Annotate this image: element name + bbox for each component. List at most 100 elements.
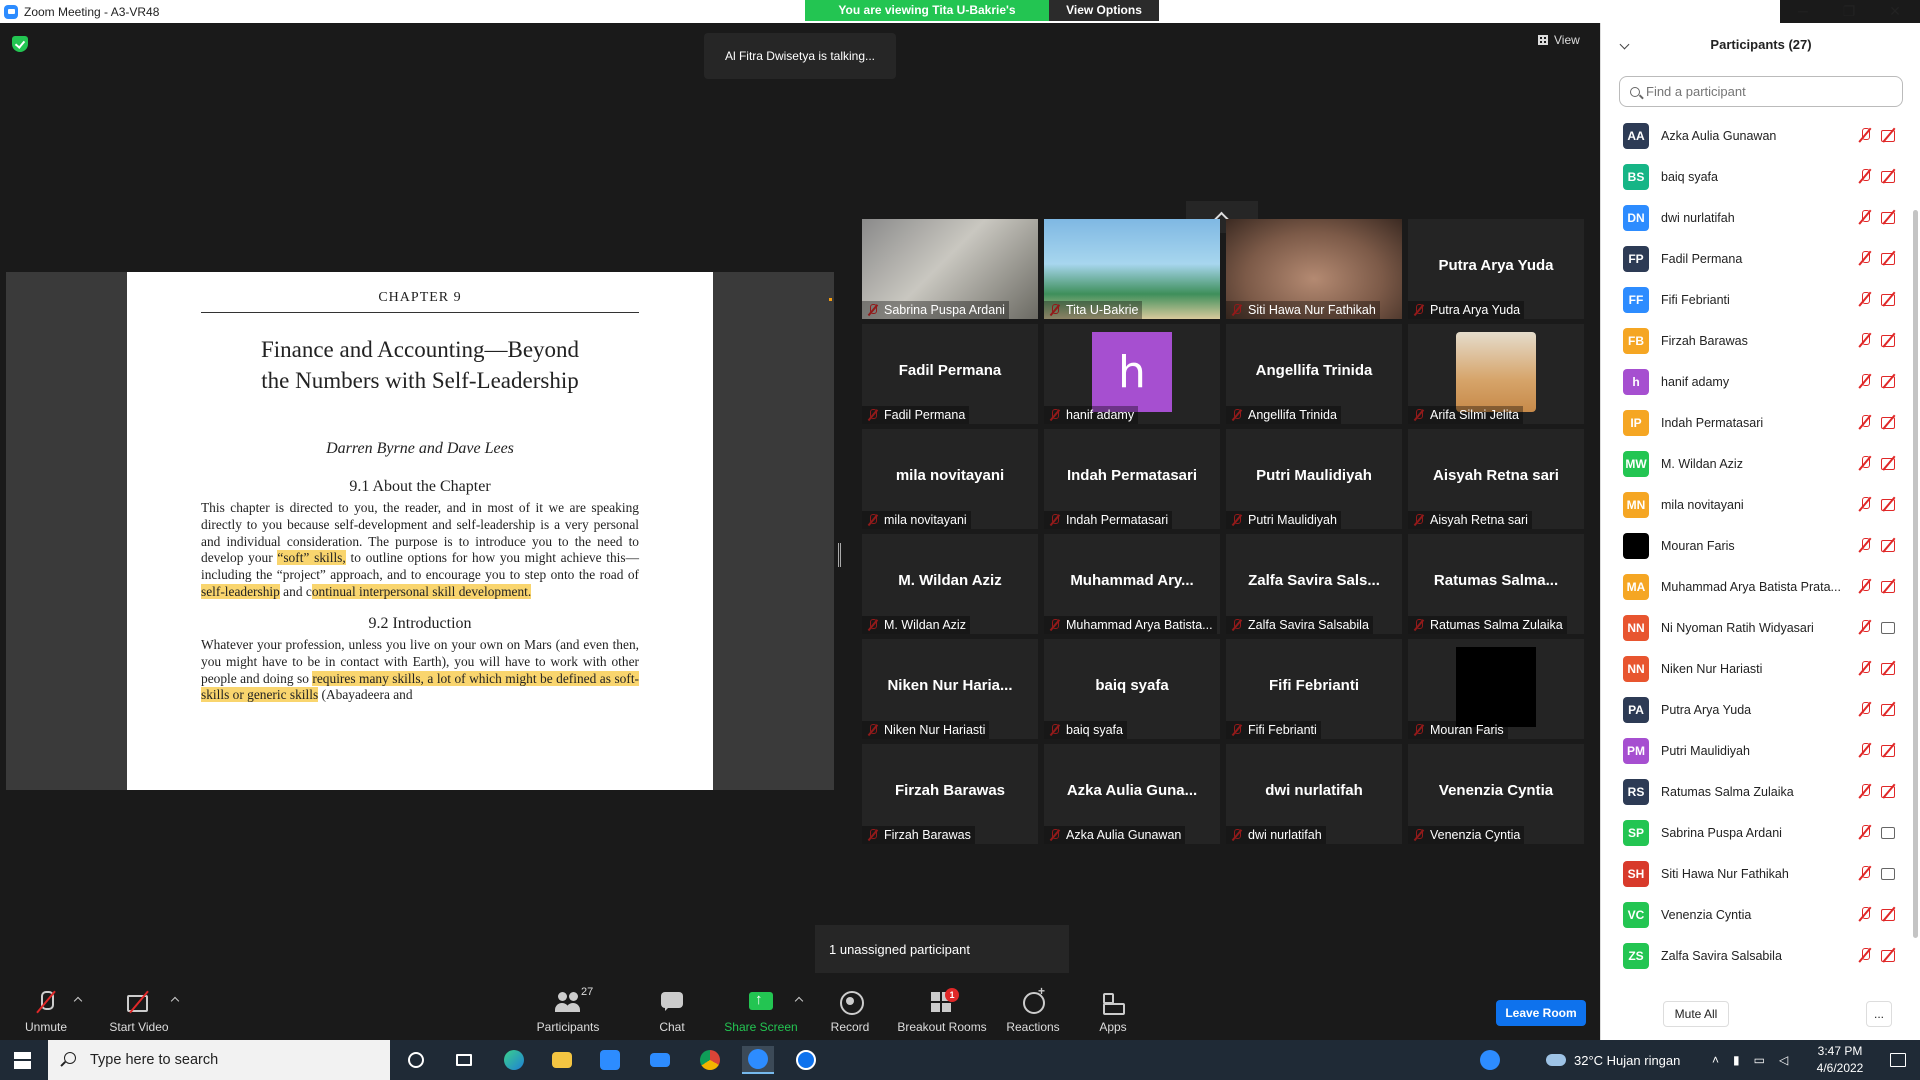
participant-row[interactable]: BS baiq syafa (1601, 156, 1911, 197)
restore-button[interactable]: ❐ (1826, 0, 1872, 22)
file-explorer-icon[interactable] (546, 1046, 578, 1074)
view-button[interactable]: View (1538, 33, 1580, 47)
reactions-button[interactable]: Reactions (1002, 978, 1064, 1040)
view-options-button[interactable]: View Options ⌄ (1049, 0, 1159, 38)
video-tile[interactable]: Ratumas Salma... Ratumas Salma Zulaika (1408, 534, 1584, 634)
participant-row[interactable]: DN dwi nurlatifah (1601, 197, 1911, 238)
video-tile[interactable]: Muhammad Ary... Muhammad Arya Batista... (1044, 534, 1220, 634)
video-tile[interactable]: Arifa Silmi Jelita (1408, 324, 1584, 424)
viewing-screen-text: You are viewing Tita U-Bakrie's screen (805, 0, 1049, 38)
share-screen-button[interactable]: Share Screen (720, 978, 802, 1040)
video-tile[interactable]: dwi nurlatifah dwi nurlatifah (1226, 744, 1402, 844)
participant-row[interactable]: MW M. Wildan Aziz (1601, 443, 1911, 484)
system-tray[interactable]: ˄ ▮ ▭ ◁ (1712, 1040, 1788, 1080)
participant-row[interactable]: FF Fifi Febrianti (1601, 279, 1911, 320)
participant-row[interactable]: FB Firzah Barawas (1601, 320, 1911, 361)
start-video-button[interactable]: Start Video (104, 978, 174, 1040)
video-tile[interactable]: Angellifa Trinida Angellifa Trinida (1226, 324, 1402, 424)
video-tile[interactable]: Siti Hawa Nur Fathikah (1226, 219, 1402, 319)
participant-name: Zalfa Savira Salsabila (1661, 948, 1782, 963)
taskbar-clock[interactable]: 3:47 PM 4/6/2022 (1800, 1043, 1880, 1077)
close-button[interactable]: ✕ (1872, 0, 1918, 22)
video-tile[interactable]: Aisyah Retna sari Aisyah Retna sari (1408, 429, 1584, 529)
video-tile[interactable]: Tita U-Bakrie (1044, 219, 1220, 319)
task-view-icon[interactable] (448, 1046, 480, 1074)
chat-button[interactable]: Chat (644, 978, 700, 1040)
help-icon[interactable] (1474, 1046, 1506, 1074)
video-tile[interactable]: baiq syafa baiq syafa (1044, 639, 1220, 739)
tile-name-label: Firzah Barawas (862, 826, 975, 844)
security-shield-icon[interactable] (12, 36, 28, 52)
record-button[interactable]: Record (820, 978, 880, 1040)
participant-row[interactable]: Mouran Faris (1601, 525, 1911, 566)
avatar: FP (1623, 245, 1649, 272)
participant-row[interactable]: PA Putra Arya Yuda (1601, 689, 1911, 730)
video-tile[interactable]: Fifi Febrianti Fifi Febrianti (1226, 639, 1402, 739)
participant-list[interactable]: AA Azka Aulia Gunawan BS baiq syafa DN dwi nu… (1601, 115, 1911, 995)
unassigned-participant-notice[interactable]: 1 unassigned participant (815, 925, 1069, 973)
apps-button[interactable]: Apps (1086, 978, 1140, 1040)
start-video-label: Start Video (109, 1020, 169, 1034)
participant-row[interactable]: AA Azka Aulia Gunawan (1601, 115, 1911, 156)
windows-start-icon[interactable] (14, 1052, 31, 1069)
record-icon (837, 990, 864, 1015)
mute-all-button[interactable]: Mute All (1663, 1001, 1729, 1027)
participant-name: Indah Permatasari (1661, 415, 1764, 430)
video-tile[interactable]: mila novitayani mila novitayani (862, 429, 1038, 529)
mail-icon[interactable] (644, 1046, 676, 1074)
video-tile[interactable]: Zalfa Savira Sals... Zalfa Savira Salsabi… (1226, 534, 1402, 634)
audio-options-caret[interactable] (73, 996, 83, 1006)
participant-row[interactable]: NN Ni Nyoman Ratih Widyasari (1601, 607, 1911, 648)
video-tile[interactable]: Indah Permatasari Indah Permatasari (1044, 429, 1220, 529)
video-tile[interactable]: Fadil Permana Fadil Permana (862, 324, 1038, 424)
edge-icon[interactable] (498, 1046, 530, 1074)
participant-row[interactable]: PM Putri Maulidiyah (1601, 730, 1911, 771)
participant-list-scrollbar[interactable] (1913, 210, 1918, 938)
shared-screen[interactable]: CHAPTER 9 Finance and Accounting—Beyond … (6, 272, 834, 790)
participant-row[interactable]: IP Indah Permatasari (1601, 402, 1911, 443)
chrome-icon[interactable] (694, 1046, 726, 1074)
split-resize-handle[interactable] (838, 543, 841, 567)
more-options-button[interactable]: ... (1866, 1001, 1892, 1027)
video-tile[interactable]: Azka Aulia Guna... Azka Aulia Gunawan (1044, 744, 1220, 844)
participant-row[interactable]: SH Siti Hawa Nur Fathikah (1601, 853, 1911, 894)
participant-row[interactable]: MA Muhammad Arya Batista Prata... (1601, 566, 1911, 607)
participant-row[interactable]: NN Niken Nur Hariasti (1601, 648, 1911, 689)
volume-icon[interactable]: ◁ (1779, 1053, 1788, 1067)
notifications-icon[interactable] (1882, 1046, 1914, 1074)
avatar: PA (1623, 696, 1649, 723)
participant-row[interactable]: MN mila novitayani (1601, 484, 1911, 525)
unmute-button[interactable]: Unmute (18, 978, 74, 1040)
windows-taskbar: Type here to search 32°C Hujan ringan ˄ … (0, 1040, 1920, 1080)
chevron-up-icon[interactable]: ˄ (1712, 1053, 1719, 1067)
video-tile[interactable]: Niken Nur Haria... Niken Nur Hariasti (862, 639, 1038, 739)
participant-row[interactable]: VC Venenzia Cyntia (1601, 894, 1911, 935)
participant-row[interactable]: FP Fadil Permana (1601, 238, 1911, 279)
minimize-button[interactable]: ─ (1780, 0, 1826, 22)
participant-row[interactable]: ZS Zalfa Savira Salsabila (1601, 935, 1911, 976)
microphone-icon[interactable]: ▮ (1733, 1053, 1740, 1067)
taskbar-search[interactable]: Type here to search (48, 1040, 390, 1080)
participant-row[interactable]: SP Sabrina Puspa Ardani (1601, 812, 1911, 853)
video-tile[interactable]: Sabrina Puspa Ardani (862, 219, 1038, 319)
video-tile[interactable]: Venenzia Cyntia Venenzia Cyntia (1408, 744, 1584, 844)
network-icon[interactable]: ▭ (1754, 1053, 1765, 1067)
participant-row[interactable]: RS Ratumas Salma Zulaika (1601, 771, 1911, 812)
video-tile[interactable]: Mouran Faris (1408, 639, 1584, 739)
video-tile[interactable]: Putra Arya Yuda Putra Arya Yuda (1408, 219, 1584, 319)
participant-row[interactable]: h hanif adamy (1601, 361, 1911, 402)
participant-search[interactable] (1619, 76, 1903, 107)
weather-widget[interactable]: 32°C Hujan ringan (1546, 1040, 1680, 1080)
video-tile[interactable]: h hanif adamy (1044, 324, 1220, 424)
video-tile[interactable]: Firzah Barawas Firzah Barawas (862, 744, 1038, 844)
store-icon[interactable] (594, 1046, 626, 1074)
breakout-rooms-button[interactable]: 1 Breakout Rooms (894, 978, 990, 1040)
participant-search-input[interactable] (1646, 84, 1886, 99)
leave-room-button[interactable]: Leave Room (1496, 1000, 1586, 1026)
teamviewer-icon[interactable] (790, 1046, 822, 1074)
video-tile[interactable]: Putri Maulidiyah Putri Maulidiyah (1226, 429, 1402, 529)
zoom-taskbar-icon[interactable] (742, 1046, 774, 1074)
participants-button[interactable]: 27 Participants (530, 978, 606, 1040)
video-tile[interactable]: M. Wildan Aziz M. Wildan Aziz (862, 534, 1038, 634)
cortana-icon[interactable] (400, 1046, 432, 1074)
